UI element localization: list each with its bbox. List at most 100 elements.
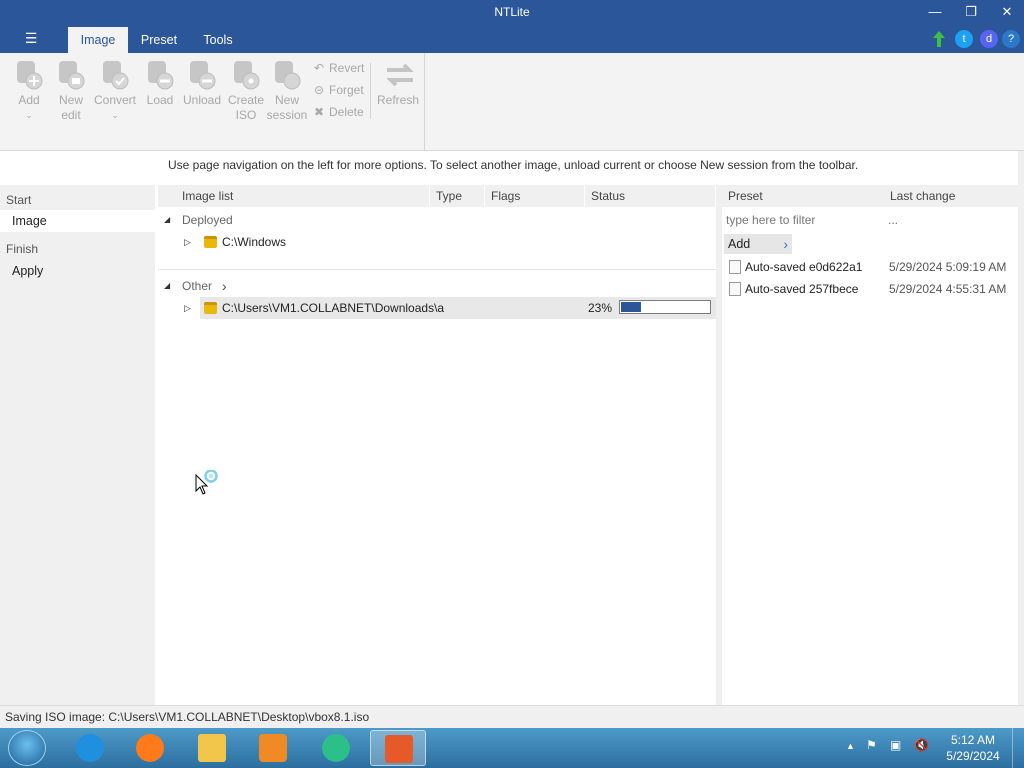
new-session-icon — [272, 59, 302, 91]
ribbon-toolbar: Add ⌄ New edit Convert ⌄ Load Unload Cre… — [0, 53, 1024, 151]
delete-button[interactable]: ✖ Delete — [312, 103, 364, 121]
status-percent: 23% — [588, 301, 613, 315]
add-button[interactable]: Add ⌄ — [10, 59, 48, 123]
nav-group-start: Start — [6, 193, 32, 207]
show-desktop-button[interactable] — [1012, 728, 1024, 768]
hamburger-menu-button[interactable]: ☰ — [20, 30, 42, 48]
preset-item[interactable]: Auto-saved 257fbece 5/29/2024 4:55:31 AM — [722, 278, 1018, 300]
column-header-preset[interactable]: Preset — [722, 185, 884, 207]
column-header-image-list[interactable]: Image list — [176, 185, 430, 207]
taskbar-app[interactable] — [245, 730, 301, 766]
collapse-triangle-icon[interactable]: ◢ — [164, 209, 170, 231]
minimize-button[interactable]: — — [920, 2, 950, 22]
chevron-right-icon: › — [783, 236, 788, 252]
revert-button[interactable]: ↶ Revert — [312, 59, 364, 77]
collapse-triangle-icon[interactable]: ◢ — [164, 275, 170, 297]
column-header-status[interactable]: Status — [585, 185, 716, 207]
group-other[interactable]: ◢ Other › — [158, 275, 716, 297]
discord-icon[interactable]: d — [980, 30, 998, 48]
filter-options-button[interactable]: ... — [888, 213, 898, 227]
app-bird-icon — [322, 734, 350, 762]
load-button[interactable]: Load — [142, 59, 178, 108]
new-session-label: New session — [266, 93, 308, 122]
taskbar: ▲ ⚑ ▣ 🔇 5:12 AM 5/29/2024 — [0, 728, 1024, 768]
new-edit-button[interactable]: New edit — [52, 59, 90, 123]
volume-muted-icon[interactable]: 🔇 — [914, 738, 929, 752]
progress-bar — [619, 300, 711, 314]
clock-time: 5:12 AM — [950, 733, 996, 747]
new-edit-label: New edit — [58, 93, 83, 122]
action-center-flag-icon[interactable]: ⚑ — [866, 738, 877, 752]
ribbon-separator — [370, 63, 371, 119]
restore-button[interactable]: ❐ — [956, 2, 986, 22]
taskbar-app-active[interactable] — [370, 730, 426, 766]
show-hidden-icons-icon[interactable]: ▲ — [846, 741, 855, 751]
tab-tools[interactable]: Tools — [192, 27, 244, 53]
twitter-icon[interactable]: t — [955, 30, 973, 48]
taskbar-app[interactable] — [122, 730, 178, 766]
tab-image[interactable]: Image — [68, 27, 128, 53]
unload-icon — [187, 59, 217, 91]
delete-icon: ✖ — [313, 105, 325, 119]
new-edit-icon — [56, 59, 86, 91]
taskbar-app[interactable] — [308, 730, 364, 766]
new-session-button[interactable]: New session — [266, 59, 308, 123]
unload-label: Unload — [182, 93, 222, 107]
document-icon — [729, 282, 741, 296]
group-deployed[interactable]: ◢ Deployed — [158, 209, 716, 231]
refresh-button[interactable]: Refresh — [376, 59, 420, 108]
create-iso-button[interactable]: Create ISO — [226, 59, 266, 123]
image-row[interactable]: ▷ C:\Windows — [158, 231, 716, 253]
add-disk-icon — [14, 59, 44, 91]
refresh-label: Refresh — [376, 93, 420, 107]
image-path: C:\Users\VM1.COLLABNET\Downloads\a — [222, 301, 445, 315]
navigation-hint: Use page navigation on the left for more… — [168, 158, 859, 172]
load-label: Load — [146, 93, 174, 107]
preset-panel: Preset Last change ... Add › Auto-saved … — [722, 185, 1018, 705]
update-arrow-icon[interactable] — [930, 30, 948, 48]
nav-group-finish: Finish — [6, 242, 39, 256]
folder-icon — [204, 236, 217, 248]
taskbar-app[interactable] — [184, 730, 240, 766]
expand-arrow-icon[interactable]: ▷ — [184, 231, 191, 253]
forget-button[interactable]: ⊝ Forget — [312, 81, 364, 99]
forget-icon: ⊝ — [313, 83, 325, 97]
convert-button[interactable]: Convert ⌄ — [92, 59, 138, 123]
add-preset-button[interactable]: Add › — [724, 234, 792, 254]
progress-fill — [621, 302, 641, 312]
preset-filter-input[interactable] — [724, 210, 884, 230]
column-header-flags[interactable]: Flags — [485, 185, 585, 207]
folder-icon — [204, 302, 217, 314]
image-list-panel: Image list Type Flags Status ◢ Deployed … — [158, 185, 716, 705]
busy-cursor-icon — [195, 469, 225, 498]
nav-item-apply[interactable]: Apply — [0, 260, 155, 282]
unload-button[interactable]: Unload — [180, 59, 224, 108]
network-icon[interactable]: ▣ — [890, 738, 901, 752]
column-header-type[interactable]: Type — [430, 185, 485, 207]
help-icon[interactable]: ? — [1002, 30, 1020, 48]
taskbar-app[interactable] — [62, 730, 118, 766]
column-header-last-change[interactable]: Last change — [884, 185, 1018, 207]
load-icon — [145, 59, 175, 91]
ntlite-icon — [385, 735, 413, 763]
document-icon — [729, 260, 741, 274]
firefox-icon — [136, 734, 164, 762]
create-iso-icon — [231, 59, 261, 91]
clock[interactable]: 5:12 AM 5/29/2024 — [944, 732, 1002, 764]
revert-icon: ↶ — [313, 61, 325, 75]
left-navigation: Start Image Finish Apply — [0, 185, 155, 705]
chevron-right-icon[interactable]: › — [222, 275, 227, 297]
title-bar: NTLite — ❐ ✕ ☰ Image Preset Tools t d ? — [0, 0, 1024, 53]
tab-preset[interactable]: Preset — [132, 27, 186, 53]
convert-label: Convert — [93, 93, 137, 107]
expand-arrow-icon[interactable]: ▷ — [184, 297, 191, 319]
status-bar: Saving ISO image: C:\Users\VM1.COLLABNET… — [0, 705, 1024, 728]
clock-date: 5/29/2024 — [946, 749, 1000, 763]
preset-item[interactable]: Auto-saved e0d622a1 5/29/2024 5:09:19 AM — [722, 256, 1018, 278]
file-explorer-icon — [198, 734, 226, 762]
start-button[interactable] — [8, 730, 46, 766]
ribbon-separator — [424, 53, 425, 150]
nav-item-image[interactable]: Image — [0, 210, 155, 232]
window-edge — [1018, 151, 1024, 705]
close-button[interactable]: ✕ — [992, 2, 1022, 22]
